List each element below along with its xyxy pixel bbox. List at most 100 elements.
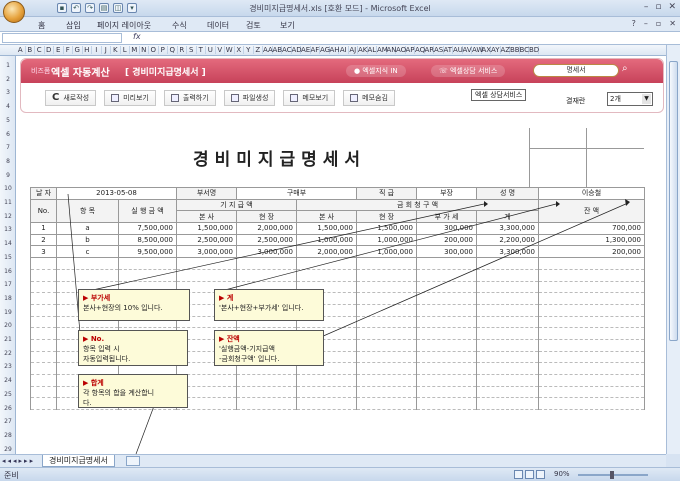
empty-cell[interactable]	[416, 385, 478, 399]
insert-sheet-icon[interactable]	[126, 456, 140, 466]
row-header[interactable]: 16	[0, 268, 16, 275]
table-cell-balance[interactable]: 200,000	[538, 245, 646, 259]
row-header[interactable]: 26	[0, 405, 16, 412]
column-header[interactable]: BB	[510, 46, 520, 54]
table-cell-total[interactable]: 3,300,000	[476, 222, 540, 235]
table-cell-exec[interactable]: 9,500,000	[118, 245, 177, 259]
empty-cell[interactable]	[538, 292, 646, 305]
table-cell-claim-hq[interactable]: 1,500,000	[295, 222, 358, 235]
zoom-slider-thumb[interactable]	[610, 471, 614, 479]
empty-cell[interactable]	[416, 327, 478, 340]
column-header[interactable]: AI	[339, 46, 349, 54]
row-header[interactable]: 1	[0, 62, 16, 69]
office-button[interactable]	[3, 1, 25, 23]
scroll-thumb[interactable]	[669, 61, 678, 341]
empty-cell[interactable]	[236, 385, 297, 399]
empty-cell[interactable]	[416, 303, 478, 317]
column-header[interactable]: AE	[301, 46, 311, 54]
sheet-tab[interactable]: 경비미지급명세서	[42, 455, 115, 467]
tab-page-layout[interactable]: 페이지 레이아웃	[97, 20, 151, 31]
row-header[interactable]: 10	[0, 185, 16, 192]
wb-restore-icon[interactable]: ▫	[656, 19, 661, 28]
empty-cell[interactable]	[416, 268, 478, 282]
column-header[interactable]: AM	[377, 46, 388, 54]
fx-icon[interactable]: fx	[133, 32, 141, 41]
approver-select[interactable]: 2개 ▼	[607, 92, 653, 106]
empty-cell[interactable]	[538, 327, 646, 340]
empty-cell[interactable]	[416, 397, 478, 411]
row-header[interactable]: 13	[0, 226, 16, 233]
table-cell-no[interactable]: 3	[30, 245, 57, 259]
sheet-nav-arrows[interactable]: ◂◂◂▸▸▸	[2, 457, 35, 465]
column-header[interactable]: Q	[168, 46, 178, 54]
column-header[interactable]: U	[206, 46, 216, 54]
column-header[interactable]: M	[130, 46, 140, 54]
row-header[interactable]: 29	[0, 446, 16, 453]
row-header[interactable]: 22	[0, 350, 16, 357]
column-header[interactable]: P	[159, 46, 168, 54]
row-header[interactable]: 3	[0, 89, 16, 96]
table-cell-claim-hq[interactable]: 2,000,000	[295, 245, 358, 259]
empty-cell[interactable]	[295, 385, 358, 399]
table-cell-vat[interactable]: 200,000	[416, 233, 478, 247]
excel-knowledge-link[interactable]: ● 엑셀지식 IN	[346, 65, 406, 77]
column-header[interactable]: X	[235, 46, 244, 54]
empty-cell[interactable]	[30, 374, 57, 387]
empty-cell[interactable]	[356, 338, 418, 352]
empty-cell[interactable]	[538, 362, 646, 375]
empty-cell[interactable]	[356, 374, 418, 387]
row-header[interactable]: 9	[0, 172, 16, 179]
table-cell-claim-site[interactable]: 1,000,000	[356, 245, 418, 259]
normal-view-icon[interactable]	[514, 470, 523, 479]
row-header[interactable]: 27	[0, 418, 16, 425]
row-header[interactable]: 12	[0, 213, 16, 220]
column-header[interactable]: AA	[263, 46, 273, 54]
empty-cell[interactable]	[356, 350, 418, 364]
row-header[interactable]: 11	[0, 199, 16, 206]
empty-cell[interactable]	[295, 257, 358, 270]
column-header[interactable]: AG	[320, 46, 330, 54]
dept-value[interactable]: 구매부	[235, 187, 358, 200]
tab-view[interactable]: 보기	[280, 20, 295, 31]
table-cell-claim-hq[interactable]: 1,000,000	[295, 233, 358, 247]
help-icon[interactable]: ?	[632, 19, 636, 28]
empty-cell[interactable]	[176, 257, 237, 270]
table-cell-paid-hq[interactable]: 3,000,000	[176, 245, 237, 259]
empty-cell[interactable]	[356, 268, 418, 282]
print-button[interactable]: 출력하기	[163, 90, 216, 106]
minimize-icon[interactable]: –	[644, 2, 649, 12]
empty-cell[interactable]	[538, 257, 646, 270]
empty-cell[interactable]	[416, 350, 478, 364]
empty-cell[interactable]	[476, 374, 540, 387]
memo-hide-button[interactable]: 메모숨김	[343, 90, 395, 106]
column-header[interactable]: AK	[358, 46, 368, 54]
vertical-scrollbar[interactable]	[666, 45, 680, 454]
empty-cell[interactable]	[118, 268, 177, 282]
row-header[interactable]: 7	[0, 144, 16, 151]
empty-cell[interactable]	[356, 315, 418, 329]
column-header[interactable]: W	[225, 46, 235, 54]
excel-consult-link[interactable]: ☏ 엑셀상담 서비스	[431, 65, 506, 77]
zoom-slider[interactable]	[578, 471, 648, 479]
table-cell-exec[interactable]: 7,500,000	[118, 222, 177, 235]
empty-cell[interactable]	[476, 350, 540, 364]
table-cell-paid-site[interactable]: 2,500,000	[236, 233, 297, 247]
wb-close-icon[interactable]: ✕	[669, 19, 676, 28]
empty-cell[interactable]	[476, 315, 540, 329]
empty-cell[interactable]	[476, 292, 540, 305]
empty-cell[interactable]	[538, 374, 646, 387]
column-header[interactable]: AJ	[349, 46, 358, 54]
table-cell-vat[interactable]: 300,000	[416, 245, 478, 259]
empty-cell[interactable]	[176, 268, 237, 282]
empty-cell[interactable]	[30, 268, 57, 282]
table-cell-balance[interactable]: 1,300,000	[538, 233, 646, 247]
empty-cell[interactable]	[416, 338, 478, 352]
column-header[interactable]: AH	[330, 46, 340, 54]
row-header[interactable]: 5	[0, 117, 16, 124]
empty-cell[interactable]	[538, 350, 646, 364]
page-break-view-icon[interactable]	[536, 470, 545, 479]
row-header[interactable]: 6	[0, 131, 16, 138]
table-cell-balance[interactable]: 700,000	[538, 222, 646, 235]
tab-home[interactable]: 홈	[38, 20, 45, 31]
empty-cell[interactable]	[416, 362, 478, 375]
